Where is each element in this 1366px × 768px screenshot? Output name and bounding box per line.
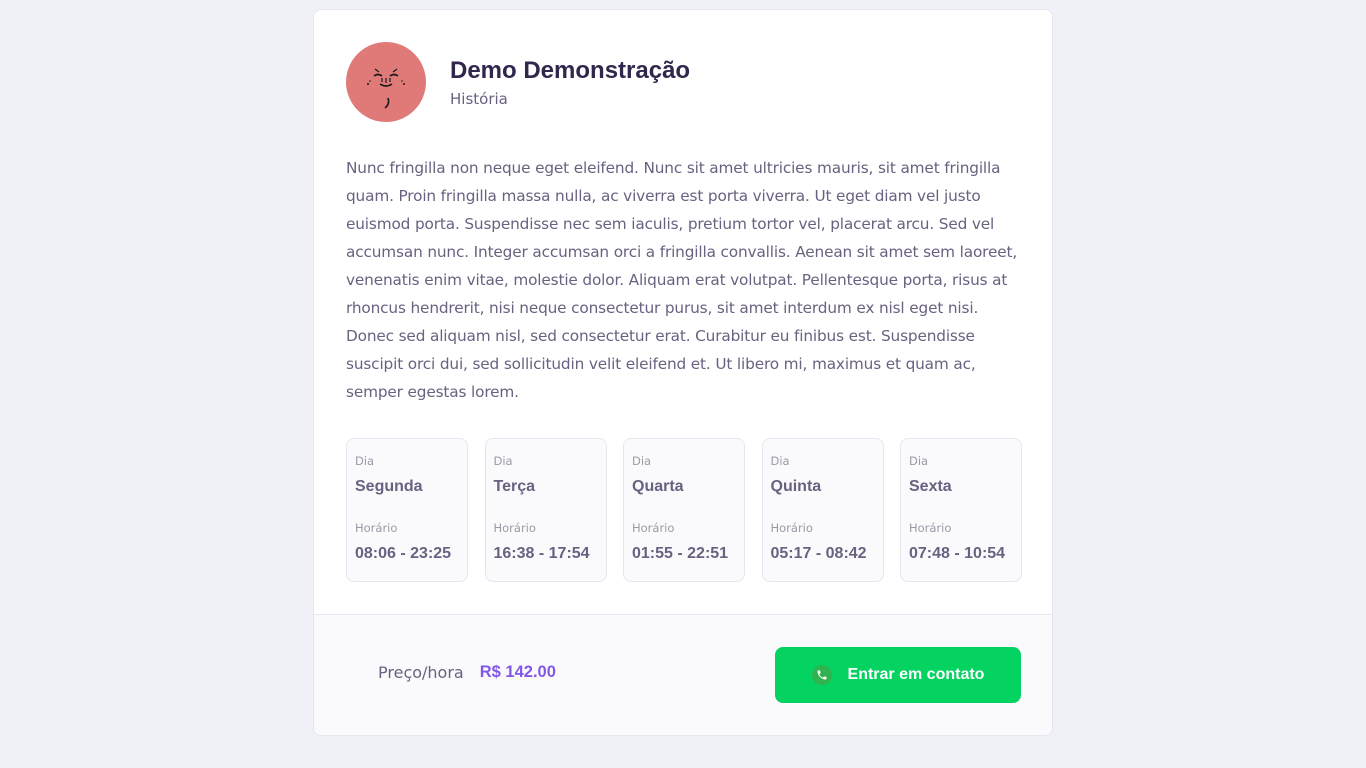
teacher-name: Demo Demonstração [450,57,691,84]
contact-button[interactable]: Entrar em contato [775,647,1021,703]
time-label: Horário [493,521,536,535]
day-value: Sexta [909,478,952,495]
day-value: Terça [493,478,536,495]
whatsapp-icon [811,665,832,685]
teacher-card: Demo Demonstração História Nunc fringill… [313,9,1053,736]
day-label: Dia [770,454,790,468]
time-value: 07:48 - 10:54 [909,545,1006,562]
day-value: Quarta [632,478,684,495]
price-info: Preço/hora R$ 142.00 [378,663,556,682]
teacher-header: Demo Demonstração História [346,42,690,122]
price-value: R$ 142.00 [479,663,556,681]
schedule-item-sexta: Dia Sexta Horário 07:48 - 10:54 [900,438,1022,582]
day-label: Dia [355,454,375,468]
teacher-subject: História [450,90,508,108]
schedule-list: Dia Segunda Horário 08:06 - 23:25 Dia Te… [346,438,1022,582]
day-label: Dia [632,454,652,468]
day-label: Dia [909,454,929,468]
time-value: 08:06 - 23:25 [355,545,452,562]
time-value: 16:38 - 17:54 [493,545,590,562]
schedule-item-quinta: Dia Quinta Horário 05:17 - 08:42 [761,438,884,582]
day-label: Dia [493,454,513,468]
schedule-item-terca: Dia Terça Horário 16:38 - 17:54 [484,438,607,582]
contact-button-label: Entrar em contato [847,666,985,683]
schedule-item-segunda: Dia Segunda Horário 08:06 - 23:25 [346,438,468,582]
day-value: Segunda [355,478,423,495]
time-value: 01:55 - 22:51 [632,545,729,562]
teacher-identity: Demo Demonstração História [450,56,690,108]
time-label: Horário [770,521,813,535]
card-footer: Preço/hora R$ 142.00 Entrar em contato [314,614,1052,735]
price-label: Preço/hora [378,663,464,682]
teacher-avatar [346,42,426,122]
day-value: Quinta [770,478,822,495]
time-label: Horário [355,521,398,535]
schedule-item-quarta: Dia Quarta Horário 01:55 - 22:51 [623,438,745,582]
time-label: Horário [909,521,952,535]
time-label: Horário [632,521,675,535]
cartoon-face-avatar-icon [367,68,405,109]
time-value: 05:17 - 08:42 [770,545,867,562]
teacher-bio: Nunc fringilla non neque eget eleifend. … [346,159,1018,401]
